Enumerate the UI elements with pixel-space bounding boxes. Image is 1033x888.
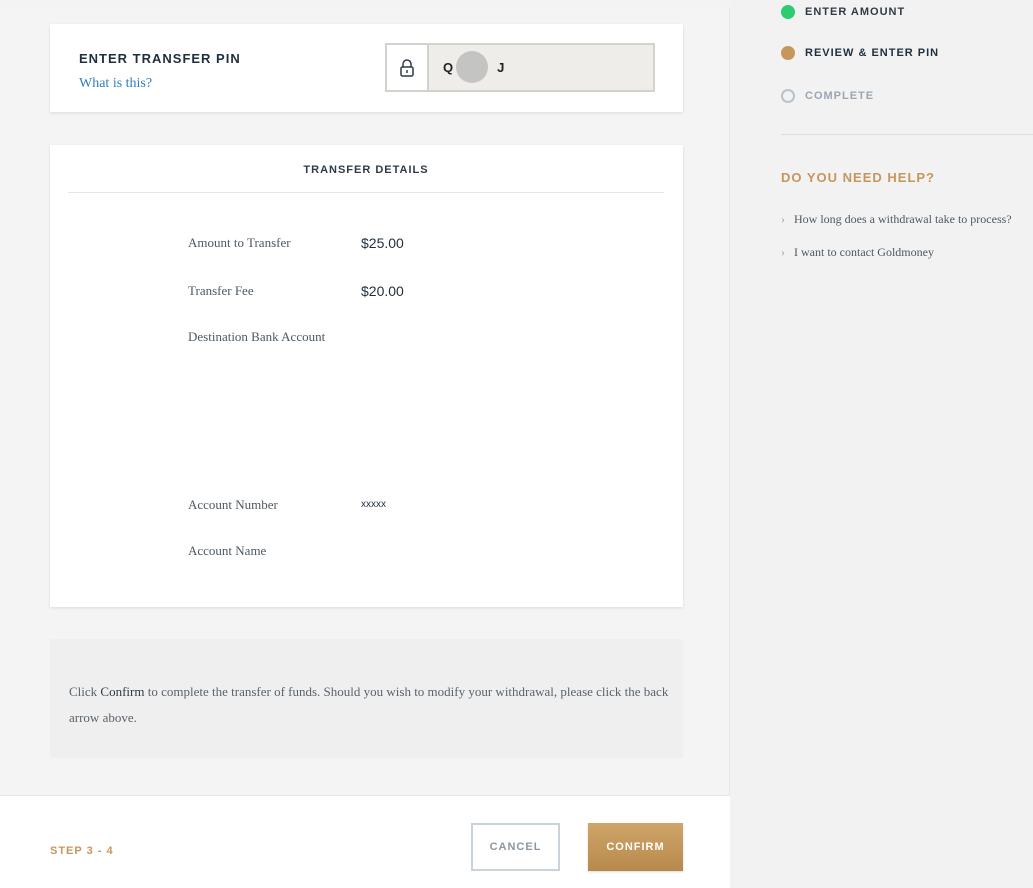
chevron-right-icon: › — [781, 245, 785, 259]
info-confirm-emphasis: Confirm — [100, 684, 145, 699]
amount-value: $25.00 — [361, 235, 404, 251]
footer: STEP 3 - 4 CANCEL CONFIRM — [0, 795, 730, 888]
lock-icon — [387, 45, 429, 90]
step-label: ENTER AMOUNT — [805, 6, 906, 18]
pin-card: ENTER TRANSFER PIN What is this? Q J — [50, 24, 683, 112]
pending-circle-icon — [781, 89, 795, 103]
step-indicator: STEP 3 - 4 — [50, 845, 114, 857]
help-link-label: How long does a withdrawal take to proce… — [794, 212, 1012, 226]
what-is-this-link[interactable]: What is this? — [79, 76, 152, 92]
complete-dot-icon — [781, 5, 795, 19]
confirm-button[interactable]: CONFIRM — [588, 823, 683, 871]
sidebar-divider — [781, 134, 1033, 135]
amount-label: Amount to Transfer — [188, 235, 291, 250]
step-label: REVIEW & ENTER PIN — [805, 47, 940, 59]
transfer-details-card: TRANSFER DETAILS Amount to Transfer $25.… — [50, 145, 683, 607]
help-title: DO YOU NEED HELP? — [781, 170, 936, 185]
pin-input[interactable]: Q J — [385, 43, 655, 92]
account-number-value: xxxxx — [361, 499, 386, 510]
step-enter-amount: ENTER AMOUNT — [781, 5, 905, 19]
sidebar: ENTER AMOUNT REVIEW & ENTER PIN COMPLETE… — [731, 0, 1033, 888]
cursor-dot — [456, 51, 488, 83]
help-link-label: I want to contact Goldmoney — [794, 245, 934, 259]
account-name-label: Account Name — [188, 543, 267, 558]
step-label: COMPLETE — [805, 90, 875, 102]
pin-title: ENTER TRANSFER PIN — [79, 51, 241, 66]
step-complete: COMPLETE — [781, 89, 874, 103]
cancel-button[interactable]: CANCEL — [471, 823, 560, 871]
info-suffix: to complete the transfer of funds. Shoul… — [69, 684, 669, 725]
help-link-contact[interactable]: › I want to contact Goldmoney — [781, 245, 934, 260]
fee-label: Transfer Fee — [188, 283, 254, 298]
info-text: Click Confirm to complete the transfer o… — [69, 679, 669, 731]
fee-value: $20.00 — [361, 283, 404, 299]
current-dot-icon — [781, 46, 795, 60]
info-prefix: Click — [69, 684, 101, 699]
main-panel: ENTER TRANSFER PIN What is this? Q J TRA… — [0, 8, 730, 888]
destination-label: Destination Bank Account — [188, 329, 326, 344]
step-review-pin: REVIEW & ENTER PIN — [781, 46, 939, 60]
account-number-label: Account Number — [188, 497, 278, 512]
chevron-right-icon: › — [781, 212, 785, 226]
transfer-details-header: TRANSFER DETAILS — [68, 145, 664, 193]
pin-value-start: Q — [443, 60, 456, 75]
help-link-withdrawal-time[interactable]: › How long does a withdrawal take to pro… — [781, 212, 1012, 227]
pin-value: Q J — [429, 45, 506, 90]
redaction — [405, 375, 515, 475]
info-box: Click Confirm to complete the transfer o… — [50, 639, 683, 758]
pin-value-end: J — [497, 60, 507, 75]
